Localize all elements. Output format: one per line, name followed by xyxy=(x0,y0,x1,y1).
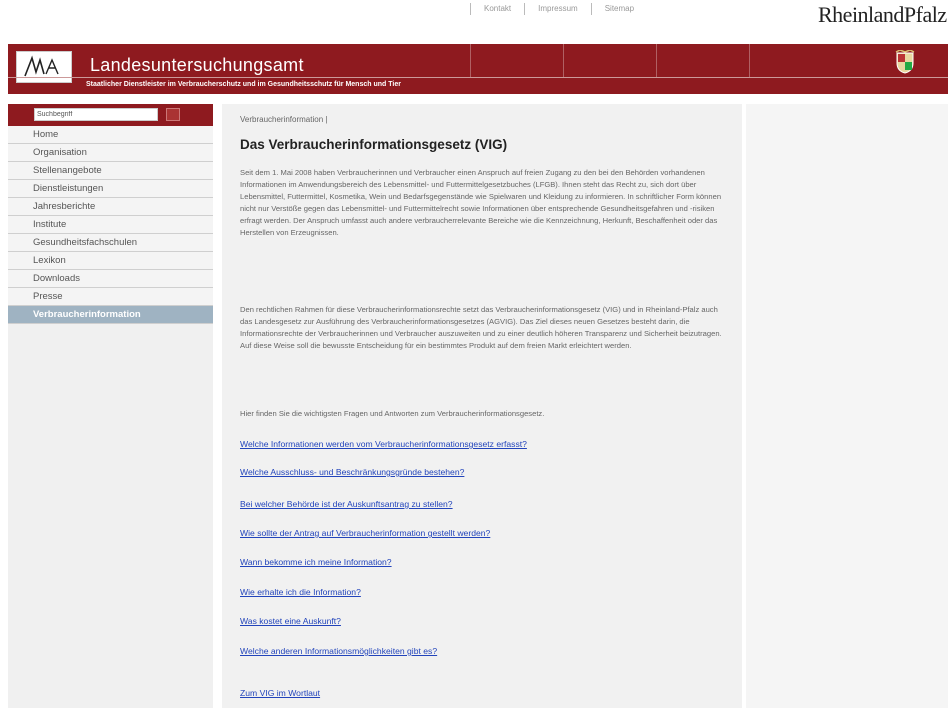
site-header: Landesuntersuchungsamt Staatlicher Diens… xyxy=(8,44,948,94)
nav-item-gesundheitsfachschulen[interactable]: Gesundheitsfachschulen xyxy=(8,234,213,252)
vig-wortlaut-link[interactable]: Zum VIG im Wortlaut xyxy=(240,688,320,698)
search-button[interactable] xyxy=(166,108,180,121)
nav-item-organisation[interactable]: Organisation xyxy=(8,144,213,162)
faq-link-ausschlussgruende[interactable]: Welche Ausschluss- und Beschränkungsgrün… xyxy=(240,467,464,477)
nav-item-stellenangebote[interactable]: Stellenangebote xyxy=(8,162,213,180)
faq-intro-paragraph: Hier finden Sie die wichtigsten Fragen u… xyxy=(240,409,545,418)
nav-item-downloads[interactable]: Downloads xyxy=(8,270,213,288)
top-utility-bar: Kontakt Impressum Sitemap RheinlandPfalz xyxy=(0,0,948,44)
header-cells xyxy=(470,44,842,77)
nav-item-dienstleistungen[interactable]: Dienstleistungen xyxy=(8,180,213,198)
search-input[interactable] xyxy=(34,108,158,121)
page-title: Das Verbraucherinformationsgesetz (VIG) xyxy=(240,137,508,152)
coat-of-arms-icon xyxy=(895,50,915,74)
top-link-kontakt[interactable]: Kontakt xyxy=(470,3,524,15)
top-link-impressum[interactable]: Impressum xyxy=(524,3,591,15)
site-title: Landesuntersuchungsamt xyxy=(90,55,304,75)
faq-link-behoerde[interactable]: Bei welcher Behörde ist der Auskunftsant… xyxy=(240,499,453,509)
nav-item-presse[interactable]: Presse xyxy=(8,288,213,306)
header-subtitle-bar: Staatlicher Dienstleister im Verbraucher… xyxy=(8,77,948,94)
left-sidebar: Home Organisation Stellenangebote Dienst… xyxy=(8,104,213,708)
faq-link-antrag[interactable]: Wie sollte der Antrag auf Verbraucherinf… xyxy=(240,528,490,538)
top-link-sitemap[interactable]: Sitemap xyxy=(590,3,647,15)
state-brand-logo[interactable]: RheinlandPfalz xyxy=(818,2,947,28)
search-bar xyxy=(8,104,213,126)
faq-link-informationen[interactable]: Welche Informationen werden vom Verbrauc… xyxy=(240,439,527,449)
faq-link-wie-erhalte[interactable]: Wie erhalte ich die Information? xyxy=(240,587,361,597)
faq-link-andere-moeglichkeiten[interactable]: Welche anderen Informationsmöglichkeiten… xyxy=(240,646,437,656)
nav-item-home[interactable]: Home xyxy=(8,126,213,144)
main-content: Verbraucherinformation | Das Verbraucher… xyxy=(222,104,742,708)
nav-item-lexikon[interactable]: Lexikon xyxy=(8,252,213,270)
right-column xyxy=(746,104,948,708)
breadcrumb[interactable]: Verbraucherinformation | xyxy=(240,115,327,124)
nav-item-verbraucherinformation[interactable]: Verbraucherinformation xyxy=(8,306,213,324)
legal-framework-paragraph: Den rechtlichen Rahmen für diese Verbrau… xyxy=(240,305,722,350)
nav-item-jahresberichte[interactable]: Jahresberichte xyxy=(8,198,213,216)
top-links: Kontakt Impressum Sitemap xyxy=(470,3,647,15)
faq-link-kosten[interactable]: Was kostet eine Auskunft? xyxy=(240,616,341,626)
nav-item-institute[interactable]: Institute xyxy=(8,216,213,234)
intro-paragraph: Seit dem 1. Mai 2008 haben Verbraucherin… xyxy=(240,168,722,237)
faq-link-wann[interactable]: Wann bekomme ich meine Information? xyxy=(240,557,392,567)
header-subtitle: Staatlicher Dienstleister im Verbraucher… xyxy=(86,81,401,88)
